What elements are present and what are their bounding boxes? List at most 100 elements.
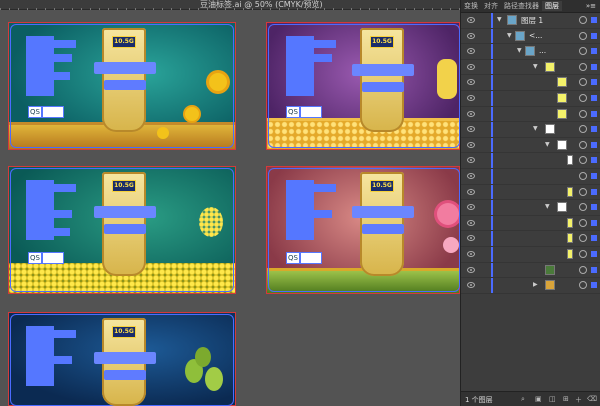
layer-row[interactable]	[461, 184, 600, 201]
layer-row[interactable]	[461, 231, 600, 247]
visibility-eye-icon[interactable]	[467, 266, 475, 273]
visibility-eye-icon[interactable]	[467, 63, 475, 70]
visibility-eye-icon[interactable]	[467, 48, 475, 55]
layer-row[interactable]	[461, 246, 600, 263]
visibility-eye-icon[interactable]	[467, 204, 475, 211]
target-circle-icon[interactable]	[579, 16, 587, 24]
product-name	[362, 82, 404, 92]
target-circle-icon[interactable]	[579, 140, 587, 149]
target-circle-icon[interactable]	[579, 203, 587, 212]
target-circle-icon[interactable]	[579, 249, 587, 258]
layer-row[interactable]: ▶	[461, 278, 600, 294]
layer-row[interactable]: ▼ <...	[461, 28, 600, 45]
panel-footer: 1 个图层 ⌕ ▣ ◫ ⊞ ＋ ⌫	[461, 391, 600, 406]
visibility-eye-icon[interactable]	[467, 94, 475, 101]
visibility-eye-icon[interactable]	[467, 219, 475, 226]
tab-layers[interactable]: 图层	[542, 1, 562, 11]
text-block	[54, 228, 70, 236]
expand-triangle-icon[interactable]: ▼	[533, 125, 538, 132]
artboard-canvas[interactable]: 10.5G QS 10.5G QS 10.5G QS 10.5G QS 10.5…	[0, 10, 460, 406]
layer-row[interactable]: ▼	[461, 137, 600, 154]
brand-ribbon	[352, 206, 414, 218]
layer-thumbnail	[515, 30, 525, 41]
target-circle-icon[interactable]	[579, 31, 587, 40]
tab-transform[interactable]: 变换	[461, 1, 481, 11]
visibility-eye-icon[interactable]	[467, 235, 475, 242]
target-circle-icon[interactable]	[579, 187, 587, 196]
visibility-eye-icon[interactable]	[467, 126, 475, 133]
layer-name[interactable]: <...	[529, 31, 542, 40]
expand-triangle-icon[interactable]: ▼	[497, 16, 502, 23]
layer-row[interactable]	[461, 75, 600, 91]
layer-row[interactable]: ▼	[461, 59, 600, 76]
text-block	[26, 326, 54, 386]
expand-triangle-icon[interactable]: ▼	[507, 32, 512, 39]
target-circle-icon[interactable]	[579, 78, 587, 87]
new-layer-icon[interactable]: ＋	[575, 395, 582, 405]
layer-color-bar	[491, 13, 493, 28]
layer-thumbnail	[507, 15, 517, 25]
target-circle-icon[interactable]	[579, 218, 587, 227]
layer-row[interactable]	[461, 168, 600, 185]
trash-icon[interactable]: ⌫	[587, 395, 597, 403]
selection-square	[591, 48, 597, 55]
target-circle-icon[interactable]	[579, 62, 587, 71]
text-block	[26, 180, 54, 240]
product-name	[362, 224, 404, 234]
visibility-eye-icon[interactable]	[467, 172, 475, 179]
layer-color-bar	[491, 168, 493, 184]
tab-pathfinder[interactable]: 路径查找器	[501, 1, 542, 11]
layer-row[interactable]: ▼	[461, 122, 600, 138]
selection-square	[591, 188, 597, 195]
brand-ribbon	[94, 206, 156, 218]
qs-logo: QS	[286, 252, 300, 264]
visibility-eye-icon[interactable]	[467, 32, 475, 39]
layer-name[interactable]: ...	[539, 46, 546, 55]
layer-row[interactable]	[461, 153, 600, 169]
target-circle-icon[interactable]	[579, 125, 587, 134]
expand-triangle-icon[interactable]: ▼	[545, 203, 550, 210]
layer-row[interactable]	[461, 262, 600, 279]
layer-row[interactable]	[461, 106, 600, 123]
layer-row[interactable]: ▼ ...	[461, 44, 600, 60]
visibility-eye-icon[interactable]	[467, 79, 475, 86]
double-chevron-icon[interactable]: »≡	[586, 2, 600, 10]
expand-triangle-icon[interactable]: ▼	[517, 47, 522, 54]
target-circle-icon[interactable]	[579, 234, 587, 243]
layer-color-bar	[491, 231, 493, 246]
visibility-eye-icon[interactable]	[467, 157, 475, 164]
clipping-mask-icon[interactable]: ◫	[549, 395, 556, 403]
target-circle-icon[interactable]	[579, 156, 587, 165]
layer-name[interactable]: 图层 1	[521, 15, 543, 26]
visibility-eye-icon[interactable]	[467, 141, 475, 148]
visibility-eye-icon[interactable]	[467, 110, 475, 117]
olive-fruit	[195, 347, 211, 367]
layer-row[interactable]: ▼ 图层 1	[461, 13, 600, 29]
layer-row[interactable]: ▼	[461, 200, 600, 216]
selection-square	[591, 110, 597, 117]
visibility-eye-icon[interactable]	[467, 250, 475, 257]
visibility-eye-icon[interactable]	[467, 188, 475, 195]
selection-square	[591, 282, 597, 289]
expand-triangle-icon[interactable]: ▶	[533, 281, 538, 288]
peony-flower	[443, 237, 459, 253]
visibility-eye-icon[interactable]	[467, 282, 475, 289]
qs-logo: QS	[28, 106, 42, 118]
collect-export-icon[interactable]: ▣	[535, 395, 542, 403]
target-circle-icon[interactable]	[579, 109, 587, 118]
tab-align[interactable]: 对齐	[481, 1, 501, 11]
target-circle-icon[interactable]	[579, 93, 587, 102]
visibility-eye-icon[interactable]	[467, 17, 475, 23]
layer-color-bar	[491, 184, 493, 200]
layer-row[interactable]	[461, 90, 600, 107]
target-circle-icon[interactable]	[579, 47, 587, 56]
layer-row[interactable]	[461, 215, 600, 232]
target-circle-icon[interactable]	[579, 171, 587, 180]
new-sublayer-icon[interactable]: ⊞	[563, 395, 569, 403]
olive-fruit	[205, 367, 223, 391]
target-circle-icon[interactable]	[579, 281, 587, 290]
search-icon[interactable]: ⌕	[521, 395, 525, 404]
expand-triangle-icon[interactable]: ▼	[545, 141, 550, 148]
target-circle-icon[interactable]	[579, 265, 587, 274]
expand-triangle-icon[interactable]: ▼	[533, 63, 538, 70]
